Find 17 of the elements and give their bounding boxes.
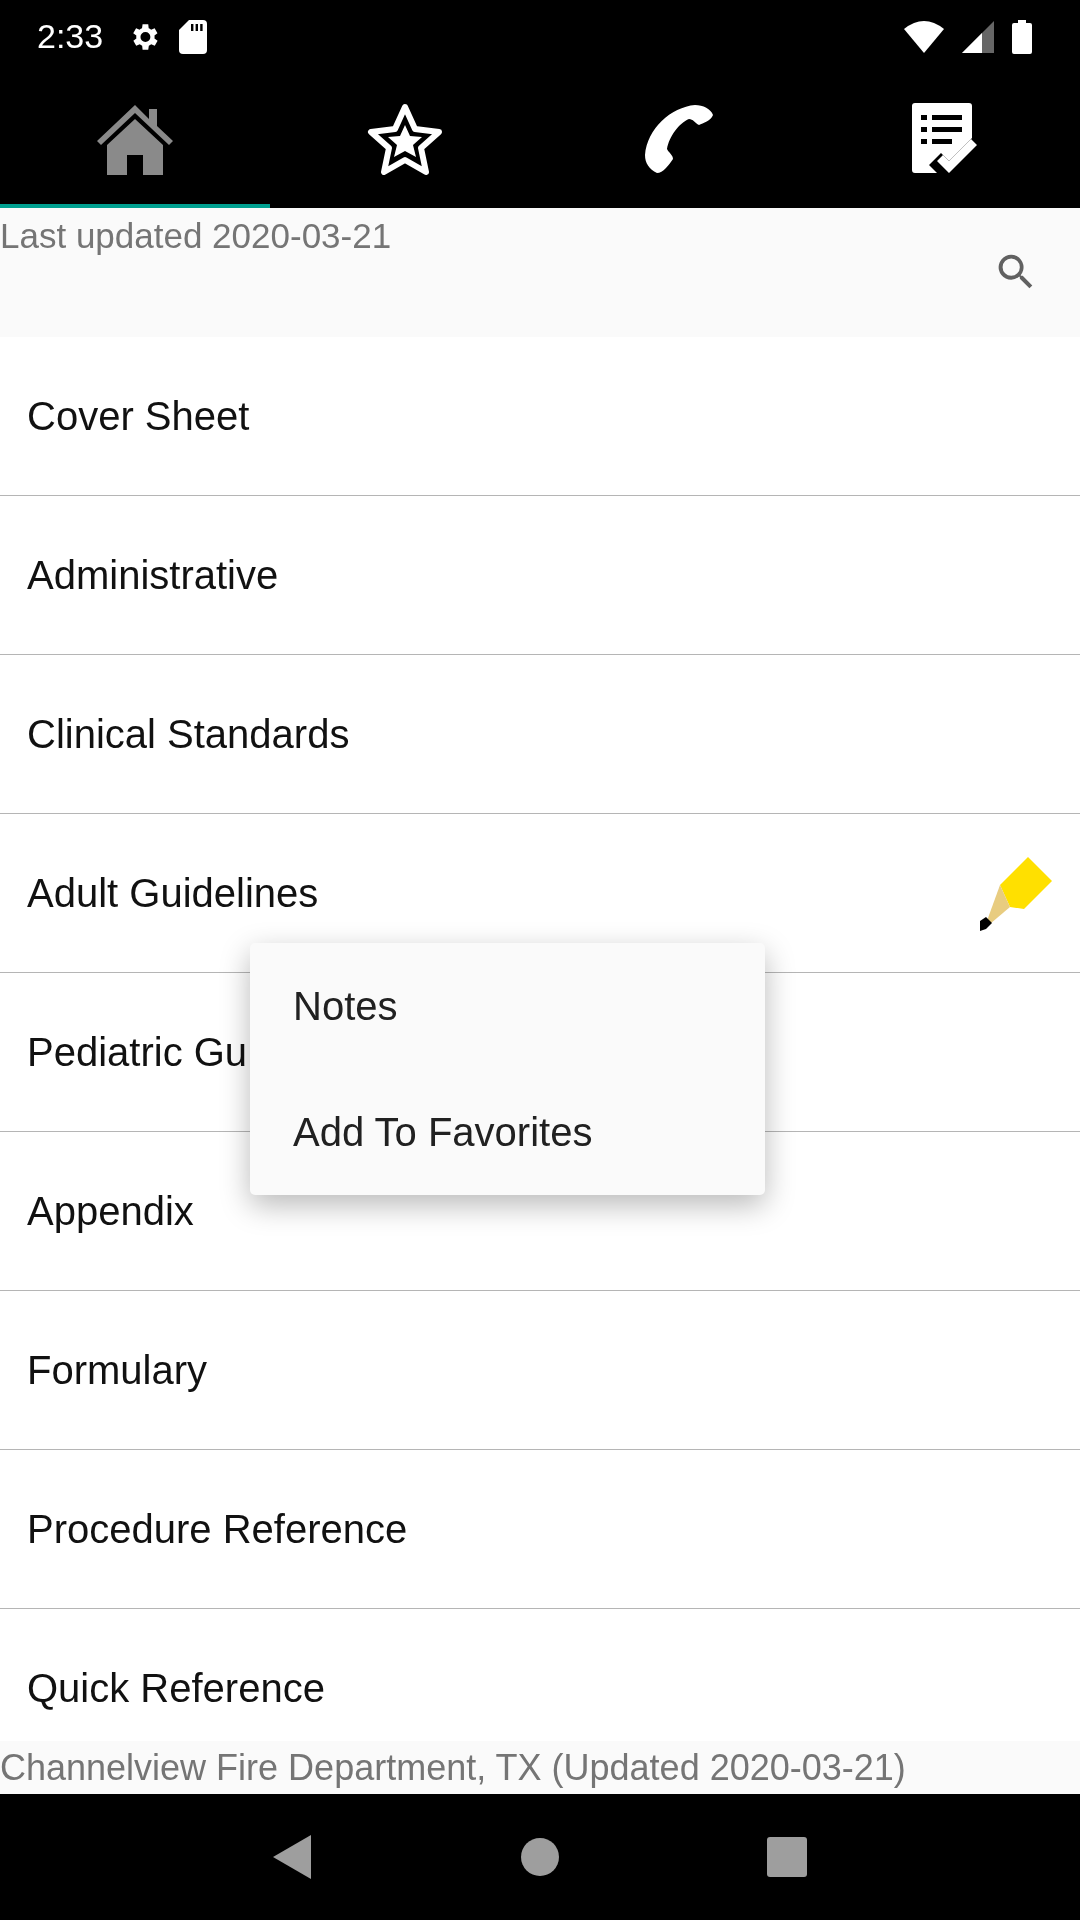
back-button[interactable] xyxy=(273,1835,314,1879)
status-time: 2:33 xyxy=(37,17,104,56)
sd-card-icon xyxy=(179,19,208,54)
signal-icon xyxy=(962,20,994,53)
recents-button[interactable] xyxy=(766,1837,807,1877)
list-item[interactable]: Formulary xyxy=(0,1291,1080,1450)
star-icon xyxy=(367,102,443,175)
last-updated-text: Last updated 2020-03-21 xyxy=(0,216,392,256)
list-item[interactable]: Clinical Standards xyxy=(0,655,1080,814)
battery-icon xyxy=(1012,19,1032,54)
home-button[interactable] xyxy=(520,1837,560,1877)
footer-text: Channelview Fire Department, TX (Updated 2020-03-21) xyxy=(0,1747,906,1788)
wifi-icon xyxy=(904,20,944,53)
home-icon xyxy=(97,102,173,175)
list-item[interactable]: Procedure Reference xyxy=(0,1450,1080,1609)
list-item[interactable]: Cover Sheet xyxy=(0,337,1080,496)
list-item[interactable]: Administrative xyxy=(0,496,1080,655)
